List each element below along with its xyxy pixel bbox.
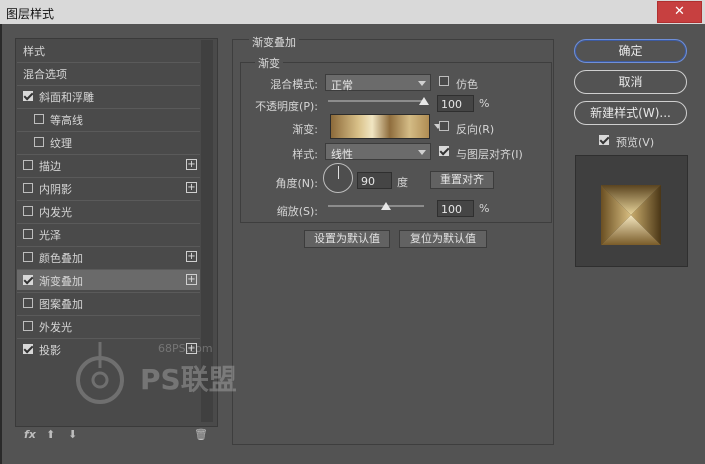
- move-down-icon[interactable]: ⬇: [68, 428, 77, 441]
- style-list-item[interactable]: 颜色叠加 +: [17, 246, 200, 267]
- watermark-logo-icon: [76, 342, 124, 404]
- add-effect-plus-icon[interactable]: +: [186, 159, 197, 170]
- new-style-button[interactable]: 新建样式(W)...: [574, 101, 687, 125]
- preview-tile-image: [601, 185, 661, 245]
- style-item-label: 光泽: [39, 229, 61, 242]
- scale-slider-track[interactable]: [328, 205, 424, 207]
- preview-checkbox[interactable]: [599, 135, 609, 145]
- blend-mode-value: 正常: [331, 79, 353, 92]
- style-item-checkbox[interactable]: [23, 275, 33, 285]
- window-title: 图层样式: [6, 7, 55, 21]
- angle-label: 角度(N):: [275, 177, 318, 190]
- add-effect-plus-icon[interactable]: +: [186, 182, 197, 193]
- move-up-icon[interactable]: ⬆: [46, 428, 55, 441]
- style-item-checkbox[interactable]: [23, 206, 33, 216]
- style-item-checkbox[interactable]: [34, 114, 44, 124]
- opacity-slider-track[interactable]: [328, 100, 424, 102]
- style-item-checkbox[interactable]: [23, 160, 33, 170]
- style-list-item[interactable]: 外发光: [17, 315, 200, 336]
- style-item-checkbox[interactable]: [23, 252, 33, 262]
- style-label: 样式:: [292, 148, 318, 161]
- style-item-label: 内阴影: [39, 183, 72, 196]
- angle-input[interactable]: 90: [357, 172, 392, 189]
- watermark-brand: PS联盟: [140, 363, 237, 396]
- style-item-label: 渐变叠加: [39, 275, 83, 288]
- style-list-item[interactable]: 内阴影 +: [17, 177, 200, 198]
- style-list-item[interactable]: 纹理: [17, 131, 200, 152]
- style-item-checkbox[interactable]: [23, 91, 33, 101]
- opacity-input[interactable]: 100: [437, 95, 474, 112]
- style-item-label: 外发光: [39, 321, 72, 334]
- scale-slider-thumb[interactable]: [381, 202, 391, 210]
- preview-label: 预览(V): [616, 136, 655, 149]
- close-button[interactable]: ✕: [657, 1, 702, 23]
- opacity-unit: %: [479, 97, 490, 110]
- style-item-label: 样式: [23, 45, 45, 58]
- opacity-label: 不透明度(P):: [255, 100, 318, 113]
- style-list-item[interactable]: 渐变叠加 +: [17, 269, 200, 290]
- title-bar: 图层样式 ✕: [0, 0, 705, 24]
- style-item-label: 内发光: [39, 206, 72, 219]
- style-item-label: 投影: [39, 344, 61, 357]
- opacity-slider-thumb[interactable]: [419, 97, 429, 105]
- angle-unit: 度: [397, 176, 408, 189]
- dither-label: 仿色: [456, 78, 478, 91]
- style-list-item[interactable]: 图案叠加: [17, 292, 200, 313]
- ok-button[interactable]: 确定: [574, 39, 687, 63]
- reset-default-button[interactable]: 复位为默认值: [399, 230, 487, 248]
- reverse-checkbox[interactable]: [439, 121, 449, 131]
- style-list-item[interactable]: 描边 +: [17, 154, 200, 175]
- style-list-item[interactable]: 斜面和浮雕: [17, 85, 200, 106]
- style-list-item[interactable]: 样式: [17, 40, 200, 61]
- scale-label: 缩放(S):: [276, 205, 318, 218]
- trash-icon[interactable]: 🗑: [194, 428, 208, 441]
- style-list-item[interactable]: 混合选项: [17, 62, 200, 83]
- reverse-label: 反向(R): [456, 123, 495, 136]
- fx-icon[interactable]: fx: [24, 428, 36, 441]
- chevron-down-icon: [418, 81, 426, 86]
- gradient-label: 渐变:: [292, 123, 318, 136]
- add-effect-plus-icon[interactable]: +: [186, 274, 197, 285]
- style-item-label: 描边: [39, 160, 61, 173]
- angle-dial-needle: [338, 166, 339, 179]
- style-item-label: 等高线: [50, 114, 83, 127]
- scale-input[interactable]: 100: [437, 200, 474, 217]
- blend-mode-select[interactable]: 正常: [325, 74, 431, 92]
- style-item-checkbox[interactable]: [23, 183, 33, 193]
- style-item-checkbox[interactable]: [23, 321, 33, 331]
- style-list-item[interactable]: 内发光: [17, 200, 200, 221]
- style-list-item[interactable]: 光泽: [17, 223, 200, 244]
- style-item-checkbox[interactable]: [34, 137, 44, 147]
- gradient-subgroup-title: 渐变: [255, 55, 283, 71]
- gradient-style-value: 线性: [331, 148, 353, 161]
- gradient-overlay-title: 渐变叠加: [249, 34, 299, 50]
- gradient-style-select[interactable]: 线性: [325, 143, 431, 161]
- align-layer-label: 与图层对齐(I): [456, 148, 523, 161]
- chevron-down-icon: [418, 150, 426, 155]
- add-effect-plus-icon[interactable]: +: [186, 251, 197, 262]
- watermark: 68PS.com PS联盟: [70, 338, 237, 411]
- style-item-label: 纹理: [50, 137, 72, 150]
- dither-checkbox[interactable]: [439, 76, 449, 86]
- blend-mode-label: 混合模式:: [270, 78, 318, 91]
- cancel-button[interactable]: 取消: [574, 70, 687, 94]
- gradient-swatch[interactable]: [330, 114, 430, 139]
- watermark-site: 68PS.com: [158, 342, 213, 355]
- style-item-checkbox[interactable]: [23, 344, 33, 354]
- align-layer-checkbox[interactable]: [439, 146, 449, 156]
- style-item-label: 混合选项: [23, 68, 67, 81]
- angle-dial[interactable]: [323, 163, 353, 193]
- style-item-label: 图案叠加: [39, 298, 83, 311]
- style-item-checkbox[interactable]: [23, 298, 33, 308]
- style-item-label: 颜色叠加: [39, 252, 83, 265]
- style-list-item[interactable]: 等高线: [17, 108, 200, 129]
- scale-unit: %: [479, 202, 490, 215]
- style-item-label: 斜面和浮雕: [39, 91, 94, 104]
- style-item-checkbox[interactable]: [23, 229, 33, 239]
- style-preview: [575, 155, 688, 267]
- set-default-button[interactable]: 设置为默认值: [304, 230, 390, 248]
- reset-align-button[interactable]: 重置对齐: [430, 171, 494, 189]
